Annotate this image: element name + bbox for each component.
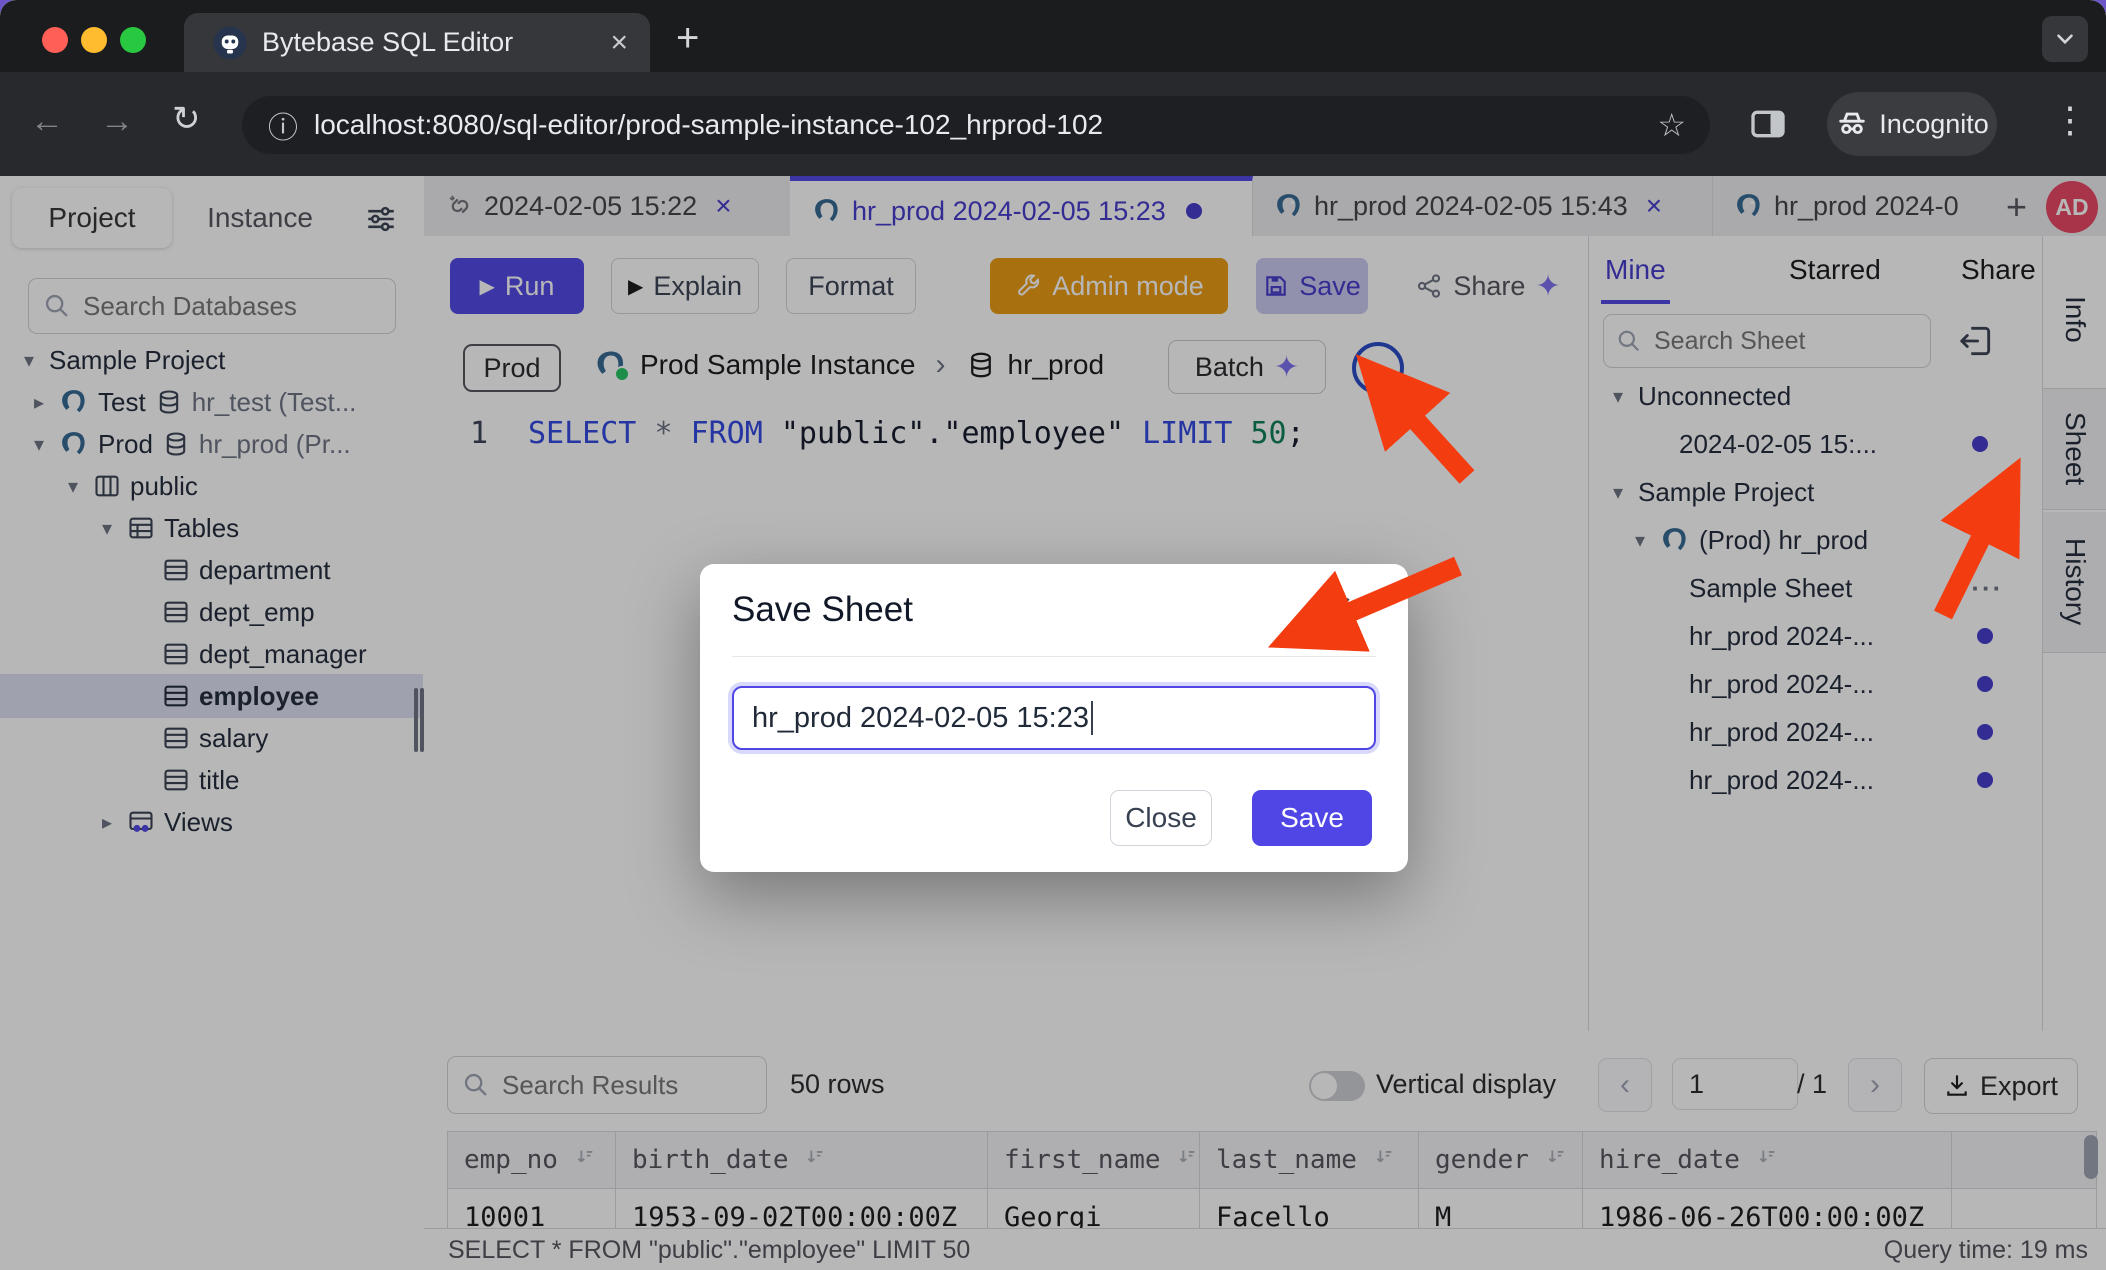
bytebase-app: Project Instance ▾ Sample Project ▸ Test <box>0 176 2106 1270</box>
incognito-label: Incognito <box>1879 109 1989 140</box>
dialog-save-button[interactable]: Save <box>1252 790 1372 846</box>
reload-button[interactable]: ↻ <box>172 102 201 136</box>
dialog-divider <box>732 656 1376 657</box>
window-minimize-button[interactable] <box>81 27 107 53</box>
browser-window: Bytebase SQL Editor × + ← → ↻ ⓘ localhos… <box>0 0 2106 1270</box>
url-text: localhost:8080/sql-editor/prod-sample-in… <box>314 109 1103 141</box>
window-close-button[interactable] <box>42 27 68 53</box>
side-panel-icon[interactable] <box>1748 104 1788 144</box>
window-zoom-button[interactable] <box>120 27 146 53</box>
incognito-badge: Incognito <box>1827 92 1997 156</box>
url-bar[interactable]: ⓘ localhost:8080/sql-editor/prod-sample-… <box>242 96 1710 154</box>
text-caret <box>1091 701 1093 735</box>
browser-tab[interactable]: Bytebase SQL Editor × <box>184 13 650 72</box>
chevron-down-icon <box>2052 26 2078 52</box>
save-sheet-dialog: Save Sheet × hr_prod 2024-02-05 15:23 Cl… <box>700 564 1408 872</box>
site-info-icon[interactable]: ⓘ <box>268 103 298 147</box>
dialog-title: Save Sheet <box>732 590 913 630</box>
tab-search-button[interactable] <box>2042 16 2088 62</box>
back-button[interactable]: ← <box>30 104 64 138</box>
incognito-icon <box>1835 107 1869 141</box>
forward-button[interactable]: → <box>100 104 134 138</box>
browser-tabstrip: Bytebase SQL Editor × + <box>0 0 2106 72</box>
bytebase-favicon <box>212 25 248 61</box>
browser-tab-title: Bytebase SQL Editor <box>262 27 513 58</box>
bookmark-star-icon[interactable]: ☆ <box>1657 106 1686 144</box>
browser-chrome: Bytebase SQL Editor × + ← → ↻ ⓘ localhos… <box>0 0 2106 176</box>
browser-tab-close-icon[interactable]: × <box>610 26 628 60</box>
sheet-name-input[interactable]: hr_prod 2024-02-05 15:23 <box>732 686 1376 750</box>
new-tab-button[interactable]: + <box>676 18 699 58</box>
dialog-close-button[interactable]: Close <box>1110 790 1212 846</box>
browser-navbar: ← → ↻ ⓘ localhost:8080/sql-editor/prod-s… <box>0 72 2106 176</box>
browser-menu-icon[interactable]: ⋮ <box>2052 102 2088 138</box>
sheet-name-value: hr_prod 2024-02-05 15:23 <box>752 702 1089 735</box>
dialog-close-icon[interactable]: × <box>1330 588 1352 626</box>
